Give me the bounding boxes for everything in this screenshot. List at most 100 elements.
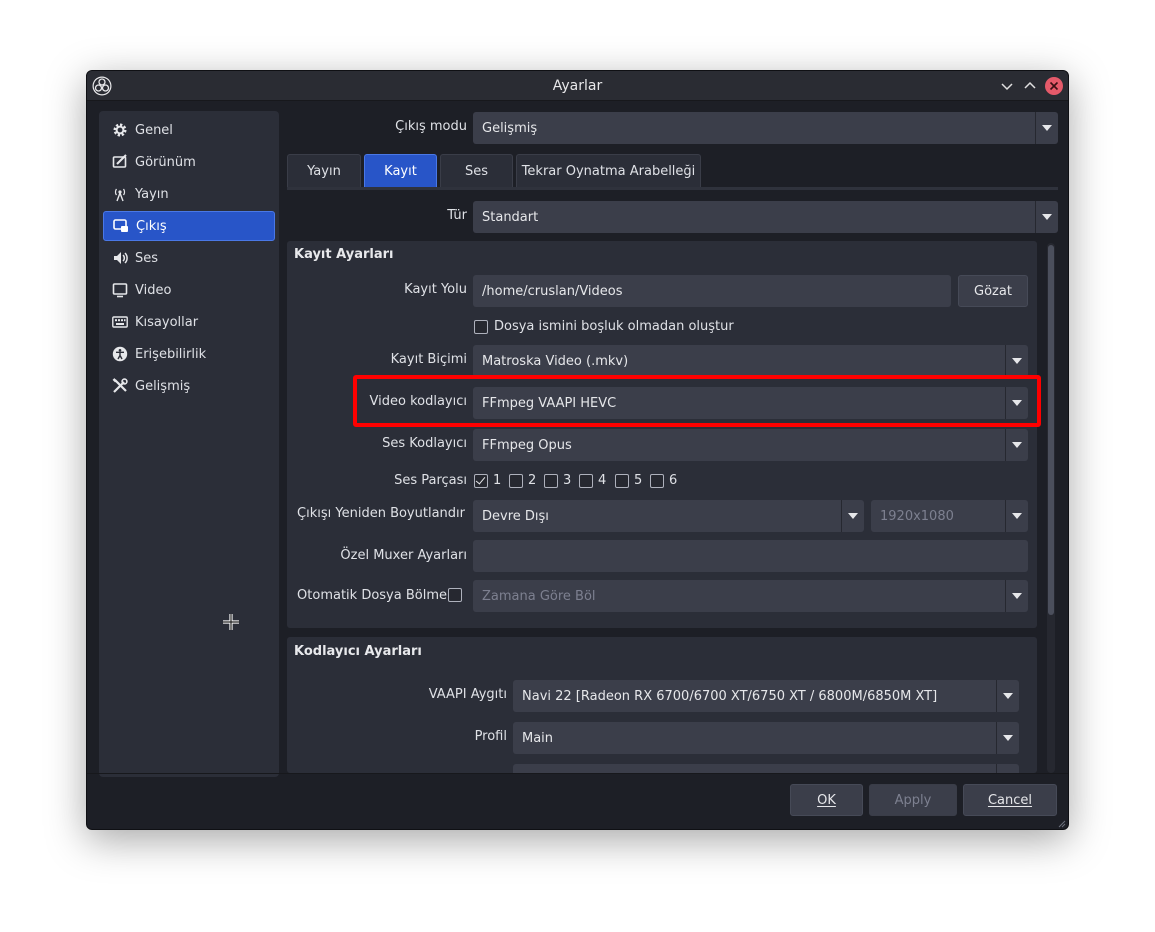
audio-track-label: Ses Parçası (394, 473, 467, 488)
recording-format-value: Matroska Video (.mkv) (482, 353, 629, 369)
type-label: Tür (447, 208, 467, 223)
rescale-output-value: Devre Dışı (482, 508, 549, 524)
rescale-output-label: Çıkışı Yeniden Boyutlandır (297, 506, 465, 521)
recording-path-value: /home/cruslan/Videos (482, 283, 623, 299)
sidebar-item-hotkeys[interactable]: Kısayollar (103, 307, 275, 337)
rescale-resolution-dropdown[interactable]: 1920x1080 (871, 500, 1028, 532)
cancel-button-label: Cancel (987, 792, 1033, 808)
speaker-icon (111, 249, 129, 267)
sidebar-item-label: Görünüm (135, 154, 196, 170)
chevron-down-icon (1035, 112, 1058, 144)
recording-format-dropdown[interactable]: Matroska Video (.mkv) (473, 345, 1028, 377)
tab-replay-buffer[interactable]: Tekrar Oynatma Arabelleği (516, 154, 701, 188)
sidebar-item-label: Erişebilirlik (135, 346, 207, 362)
audio-track-5-label: 5 (634, 473, 643, 488)
chevron-down-icon (1035, 201, 1058, 233)
cancel-button[interactable]: Cancel (963, 784, 1057, 816)
auto-split-label: Otomatik Dosya Bölme (297, 588, 447, 603)
sidebar-item-general[interactable]: Genel (103, 115, 275, 145)
chevron-down-icon (1005, 345, 1028, 377)
accessibility-icon (111, 345, 129, 363)
close-icon[interactable] (1045, 77, 1063, 95)
auto-split-value: Zamana Göre Böl (482, 588, 596, 604)
browse-button[interactable]: Gözat (958, 275, 1028, 307)
no-space-filename-label: Dosya ismini boşluk olmadan oluştur (494, 319, 734, 334)
settings-window: Ayarlar Genel Görünüm Yayın Çıkış Ses Vi… (86, 70, 1069, 830)
ok-button[interactable]: OK (790, 784, 863, 816)
no-space-filename-checkbox[interactable] (474, 320, 488, 334)
sidebar-item-output[interactable]: Çıkış (103, 211, 275, 241)
sidebar-item-label: Yayın (135, 186, 169, 202)
tab-label: Ses (464, 164, 489, 179)
tab-audio[interactable]: Ses (440, 154, 513, 188)
audio-encoder-dropdown[interactable]: FFmpeg Opus (473, 429, 1028, 461)
monitor-icon (111, 281, 129, 299)
audio-track-1-label: 1 (493, 473, 502, 488)
audio-track-6-label: 6 (669, 473, 678, 488)
minimize-icon[interactable] (998, 77, 1016, 95)
tab-recording[interactable]: Kayıt (364, 154, 437, 188)
auto-split-checkbox[interactable] (448, 588, 462, 602)
type-dropdown[interactable]: Standart (473, 201, 1058, 233)
audio-track-6-checkbox[interactable] (650, 474, 664, 488)
audio-track-2-checkbox[interactable] (509, 474, 523, 488)
sidebar-item-label: Gelişmiş (135, 378, 191, 394)
resize-grip-icon[interactable] (1056, 817, 1066, 828)
chevron-down-icon (1005, 580, 1028, 612)
sidebar-item-video[interactable]: Video (103, 275, 275, 305)
window-title: Ayarlar (552, 78, 603, 94)
audio-track-1-checkbox[interactable] (474, 474, 488, 488)
rescale-resolution-value: 1920x1080 (880, 508, 954, 524)
annotation-highlight-box (353, 375, 1041, 427)
sidebar-item-stream[interactable]: Yayın (103, 179, 275, 209)
custom-muxer-input[interactable] (473, 540, 1028, 572)
tools-icon (111, 377, 129, 395)
chevron-down-icon (996, 680, 1019, 712)
footer-divider (87, 773, 1068, 774)
vaapi-device-dropdown[interactable]: Navi 22 [Radeon RX 6700/6700 XT/6750 XT … (513, 680, 1019, 712)
profile-dropdown[interactable]: Main (513, 722, 1019, 754)
output-mode-label: Çıkış modu (395, 119, 467, 134)
encoder-settings-title: Kodlayıcı Ayarları (294, 644, 422, 659)
audio-track-4-label: 4 (598, 473, 607, 488)
recording-path-input[interactable]: /home/cruslan/Videos (473, 275, 951, 307)
vaapi-device-label: VAAPI Aygıtı (428, 687, 507, 702)
audio-track-3-label: 3 (563, 473, 572, 488)
chevron-down-icon (996, 722, 1019, 754)
rescale-output-dropdown[interactable]: Devre Dışı (473, 500, 864, 532)
audio-track-3-checkbox[interactable] (544, 474, 558, 488)
chevron-down-icon (1005, 429, 1028, 461)
tab-divider (287, 187, 1058, 190)
settings-scrollbar-thumb[interactable] (1048, 245, 1054, 615)
sidebar-item-label: Video (135, 282, 172, 298)
audio-track-5-checkbox[interactable] (615, 474, 629, 488)
broadcast-icon (111, 185, 129, 203)
clipped-next-row (513, 764, 1019, 773)
profile-label: Profil (474, 729, 507, 744)
gear-icon (111, 121, 129, 139)
profile-value: Main (522, 730, 554, 746)
keyboard-icon (111, 313, 129, 331)
output-mode-dropdown[interactable]: Gelişmiş (473, 112, 1058, 144)
sidebar-item-advanced[interactable]: Gelişmiş (103, 371, 275, 401)
sidebar-item-appearance[interactable]: Görünüm (103, 147, 275, 177)
audio-track-4-checkbox[interactable] (579, 474, 593, 488)
title-bar[interactable]: Ayarlar (87, 71, 1068, 101)
sidebar-item-audio[interactable]: Ses (103, 243, 275, 273)
audio-encoder-label: Ses Kodlayıcı (382, 436, 467, 451)
tab-label: Tekrar Oynatma Arabelleği (521, 164, 696, 179)
vaapi-device-value: Navi 22 [Radeon RX 6700/6700 XT/6750 XT … (522, 688, 938, 704)
recording-format-label: Kayıt Biçimi (390, 352, 467, 367)
apply-button[interactable]: Apply (869, 784, 957, 816)
next-dropdown-partial[interactable] (513, 764, 1019, 773)
sidebar-item-accessibility[interactable]: Erişebilirlik (103, 339, 275, 369)
recording-path-label: Kayıt Yolu (404, 282, 467, 297)
browse-button-label: Gözat (974, 283, 1012, 299)
custom-muxer-label: Özel Muxer Ayarları (340, 548, 467, 563)
output-mode-value: Gelişmiş (482, 120, 538, 136)
tab-label: Kayıt (384, 164, 417, 179)
auto-split-dropdown[interactable]: Zamana Göre Böl (473, 580, 1028, 612)
audio-track-2-label: 2 (528, 473, 537, 488)
maximize-icon[interactable] (1021, 77, 1039, 95)
tab-stream[interactable]: Yayın (287, 154, 361, 188)
